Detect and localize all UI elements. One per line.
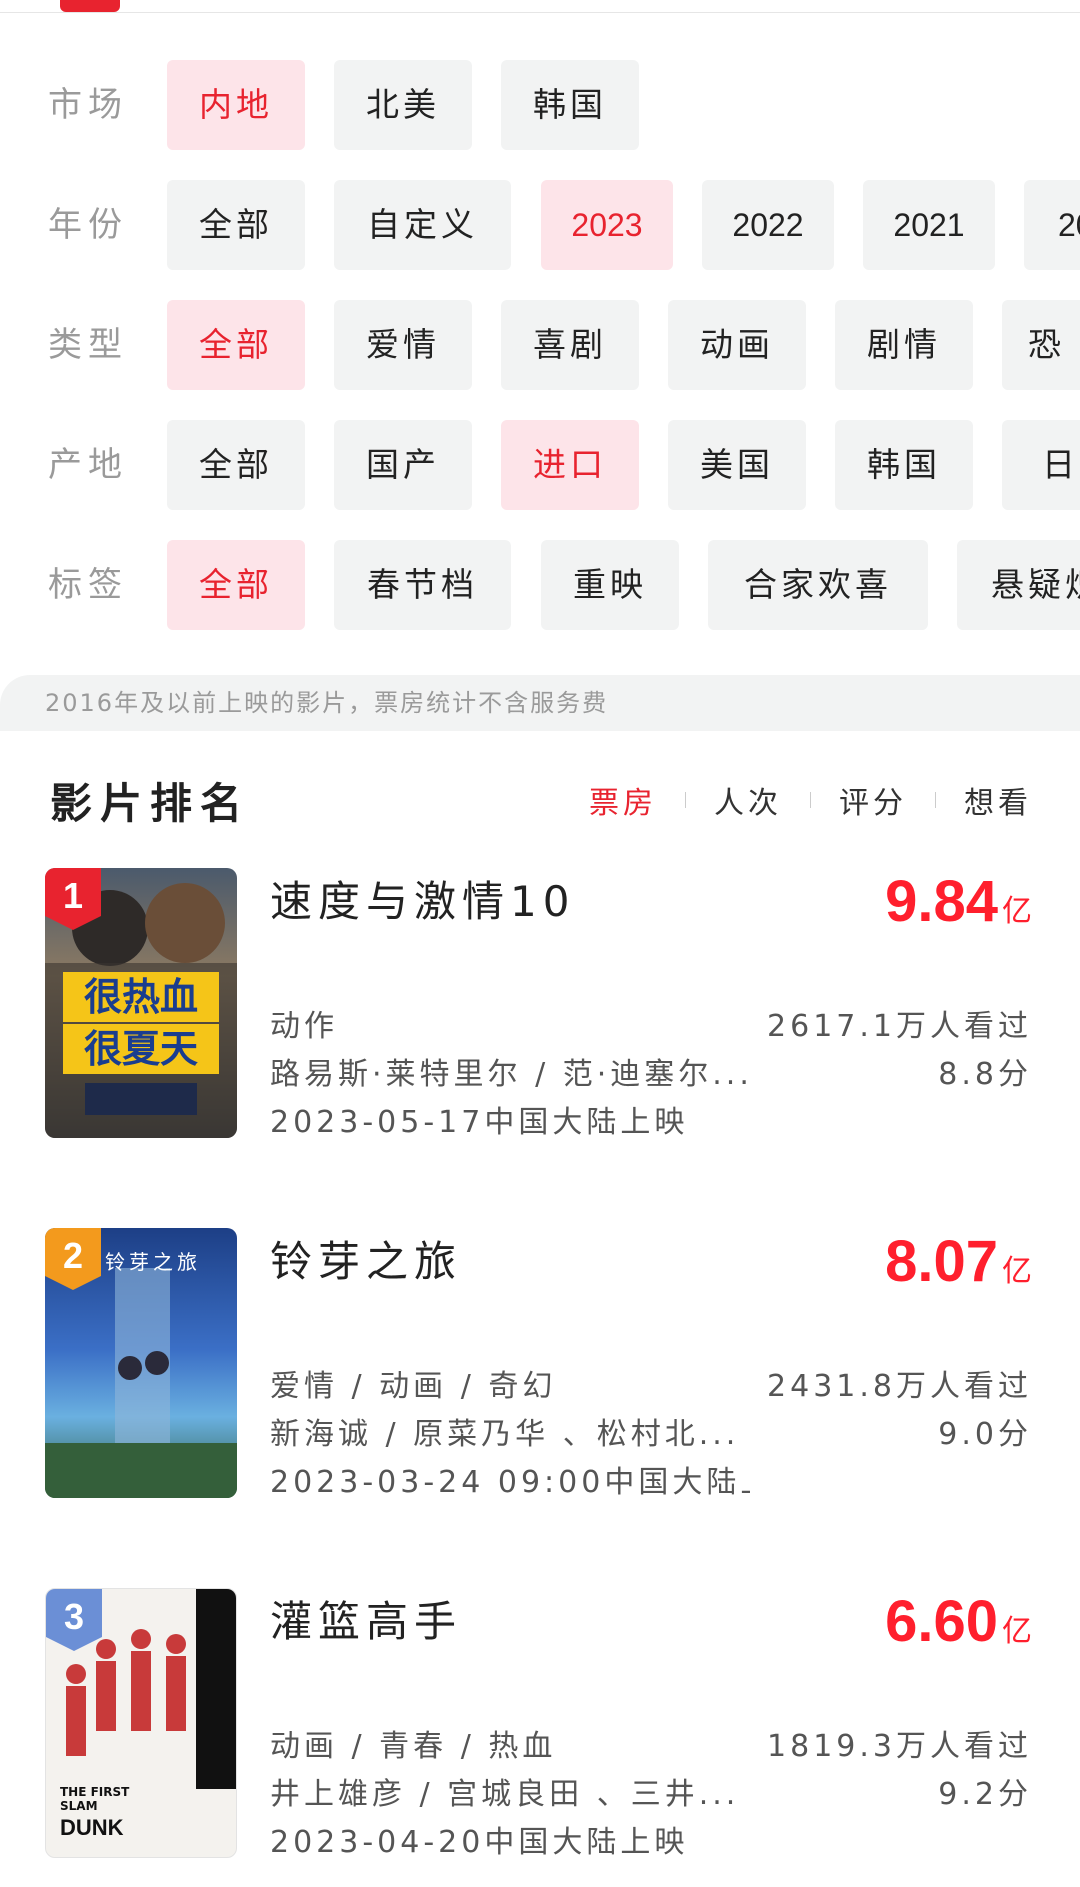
- sort-divider: [935, 792, 936, 808]
- movie-poster[interactable]: 铃芽之旅 2: [45, 1228, 237, 1498]
- movie-item[interactable]: 铃芽之旅 2 铃芽之旅 8.07 亿 爱情 / 动画 / 奇幻 新海诚 / 原菜乃…: [0, 1228, 1080, 1508]
- movie-title[interactable]: 速度与激情10: [270, 868, 575, 929]
- poster-caption: THE FIRST SLAM: [60, 1785, 130, 1813]
- box-office-value: 8.07: [885, 1229, 998, 1294]
- filter-label-market: 市场: [48, 85, 128, 125]
- box-office-unit: 亿: [1002, 1254, 1032, 1289]
- movie-poster[interactable]: 很热血 很夏天 1: [45, 868, 237, 1138]
- top-divider: [0, 12, 1080, 13]
- chip-genre-romance[interactable]: 爱情: [334, 300, 472, 390]
- chip-year-more[interactable]: 20: [1024, 180, 1080, 270]
- sort-divider: [685, 792, 686, 808]
- chip-genre-more[interactable]: 恐: [1002, 300, 1080, 390]
- chip-market-north-america[interactable]: 北美: [334, 60, 472, 150]
- movie-title[interactable]: 灌篮高手: [270, 1588, 462, 1649]
- movie-release-date: 2023-03-24 09:00中国大陆上映: [270, 1465, 750, 1500]
- movie-genre: 动作: [270, 1009, 338, 1044]
- movie-release-date: 2023-04-20中国大陆上映: [270, 1825, 689, 1860]
- chip-genre-all[interactable]: 全部: [167, 300, 305, 390]
- movie-title[interactable]: 铃芽之旅: [270, 1228, 462, 1289]
- chip-year-custom[interactable]: 自定义: [334, 180, 511, 270]
- rank-number: 1: [62, 875, 84, 916]
- box-office-unit: 亿: [1002, 894, 1032, 929]
- poster-caption: 铃芽之旅: [105, 1250, 201, 1274]
- box-office-value: 6.60: [885, 1589, 998, 1654]
- chip-genre-comedy[interactable]: 喜剧: [501, 300, 639, 390]
- sort-tab-box-office[interactable]: 票房: [589, 778, 657, 822]
- filter-row-year: 年份 全部 自定义 2023 2022 2021 20: [0, 180, 1080, 270]
- movie-viewers: 1819.3万人看过: [767, 1729, 1032, 1764]
- chip-origin-domestic[interactable]: 国产: [334, 420, 472, 510]
- chip-year-all[interactable]: 全部: [167, 180, 305, 270]
- chip-origin-usa[interactable]: 美国: [668, 420, 806, 510]
- movie-viewers: 2431.8万人看过: [767, 1369, 1032, 1404]
- box-office-unit: 亿: [1002, 1614, 1032, 1649]
- chip-origin-imported[interactable]: 进口: [501, 420, 639, 510]
- chip-origin-more[interactable]: 日: [1002, 420, 1080, 510]
- movie-cast: 井上雄彦 / 宫城良田 、三井...: [270, 1777, 740, 1812]
- chip-genre-drama[interactable]: 剧情: [835, 300, 973, 390]
- movie-poster[interactable]: THE FIRST SLAM DUNK 3: [45, 1588, 237, 1858]
- box-office: 6.60 亿: [885, 1588, 1032, 1655]
- chip-tags-all[interactable]: 全部: [167, 540, 305, 630]
- filter-row-tags: 标签 全部 春节档 重映 合家欢喜 悬疑炽: [0, 540, 1080, 630]
- rank-badge: 1: [45, 868, 101, 930]
- movie-score: 9.2分: [938, 1777, 1032, 1812]
- movie-cast: 新海诚 / 原菜乃华 、松村北...: [270, 1417, 740, 1452]
- rank-number: 3: [63, 1596, 85, 1637]
- poster-caption: DUNK: [60, 1815, 124, 1840]
- chip-market-korea[interactable]: 韩国: [501, 60, 639, 150]
- filter-label-genre: 类型: [48, 325, 128, 365]
- chip-year-2023[interactable]: 2023: [541, 180, 673, 270]
- movie-score: 9.0分: [938, 1417, 1032, 1452]
- movie-release-date: 2023-05-17中国大陆上映: [270, 1105, 689, 1140]
- chip-tags-more[interactable]: 悬疑炽: [957, 540, 1080, 630]
- movie-score: 8.8分: [938, 1057, 1032, 1092]
- chip-tags-spring-festival[interactable]: 春节档: [334, 540, 511, 630]
- rank-number: 2: [62, 1235, 84, 1276]
- sort-tab-admissions[interactable]: 人次: [714, 778, 782, 822]
- box-office-notice: 2016年及以前上映的影片，票房统计不含服务费: [0, 675, 1080, 731]
- movie-genre: 爱情 / 动画 / 奇幻: [270, 1369, 557, 1404]
- movie-viewers: 2617.1万人看过: [767, 1009, 1032, 1044]
- movie-cast: 路易斯·莱特里尔 / 范·迪塞尔...: [270, 1057, 750, 1092]
- chip-year-2022[interactable]: 2022: [702, 180, 834, 270]
- chip-tags-rerelease[interactable]: 重映: [541, 540, 679, 630]
- movie-item[interactable]: 很热血 很夏天 1 速度与激情10 9.84 亿 动作 路易斯·莱特里尔 / 范·…: [0, 868, 1080, 1148]
- filter-row-genre: 类型 全部 爱情 喜剧 动画 剧情 恐: [0, 300, 1080, 390]
- poster-caption: 很热血: [83, 975, 198, 1019]
- sort-tabs: 票房 人次 评分 想看: [589, 775, 1032, 825]
- movie-genre: 动画 / 青春 / 热血: [270, 1729, 557, 1764]
- active-tab-indicator: [60, 0, 120, 12]
- chip-year-2021[interactable]: 2021: [863, 180, 995, 270]
- poster-caption: 很夏天: [83, 1027, 198, 1071]
- box-office: 8.07 亿: [885, 1228, 1032, 1295]
- chip-origin-all[interactable]: 全部: [167, 420, 305, 510]
- filter-label-tags: 标签: [48, 565, 128, 605]
- box-office-value: 9.84: [885, 869, 998, 934]
- sort-tab-rating[interactable]: 评分: [839, 778, 907, 822]
- ranking-title: 影片排名: [50, 779, 251, 828]
- sort-divider: [810, 792, 811, 808]
- filter-row-market: 市场 内地 北美 韩国: [0, 60, 1080, 150]
- rank-badge: 2: [45, 1228, 101, 1290]
- chip-tags-family[interactable]: 合家欢喜: [708, 540, 928, 630]
- filter-label-year: 年份: [48, 205, 128, 245]
- chip-market-mainland[interactable]: 内地: [167, 60, 305, 150]
- filter-row-origin: 产地 全部 国产 进口 美国 韩国 日: [0, 420, 1080, 510]
- chip-origin-korea[interactable]: 韩国: [835, 420, 973, 510]
- movie-item[interactable]: THE FIRST SLAM DUNK 3 灌篮高手 6.60 亿 动画 / 青春…: [0, 1588, 1080, 1868]
- rank-badge: 3: [46, 1589, 102, 1651]
- box-office: 9.84 亿: [885, 868, 1032, 935]
- sort-tab-want-to-see[interactable]: 想看: [964, 778, 1032, 822]
- chip-genre-animation[interactable]: 动画: [668, 300, 806, 390]
- filter-label-origin: 产地: [48, 445, 128, 485]
